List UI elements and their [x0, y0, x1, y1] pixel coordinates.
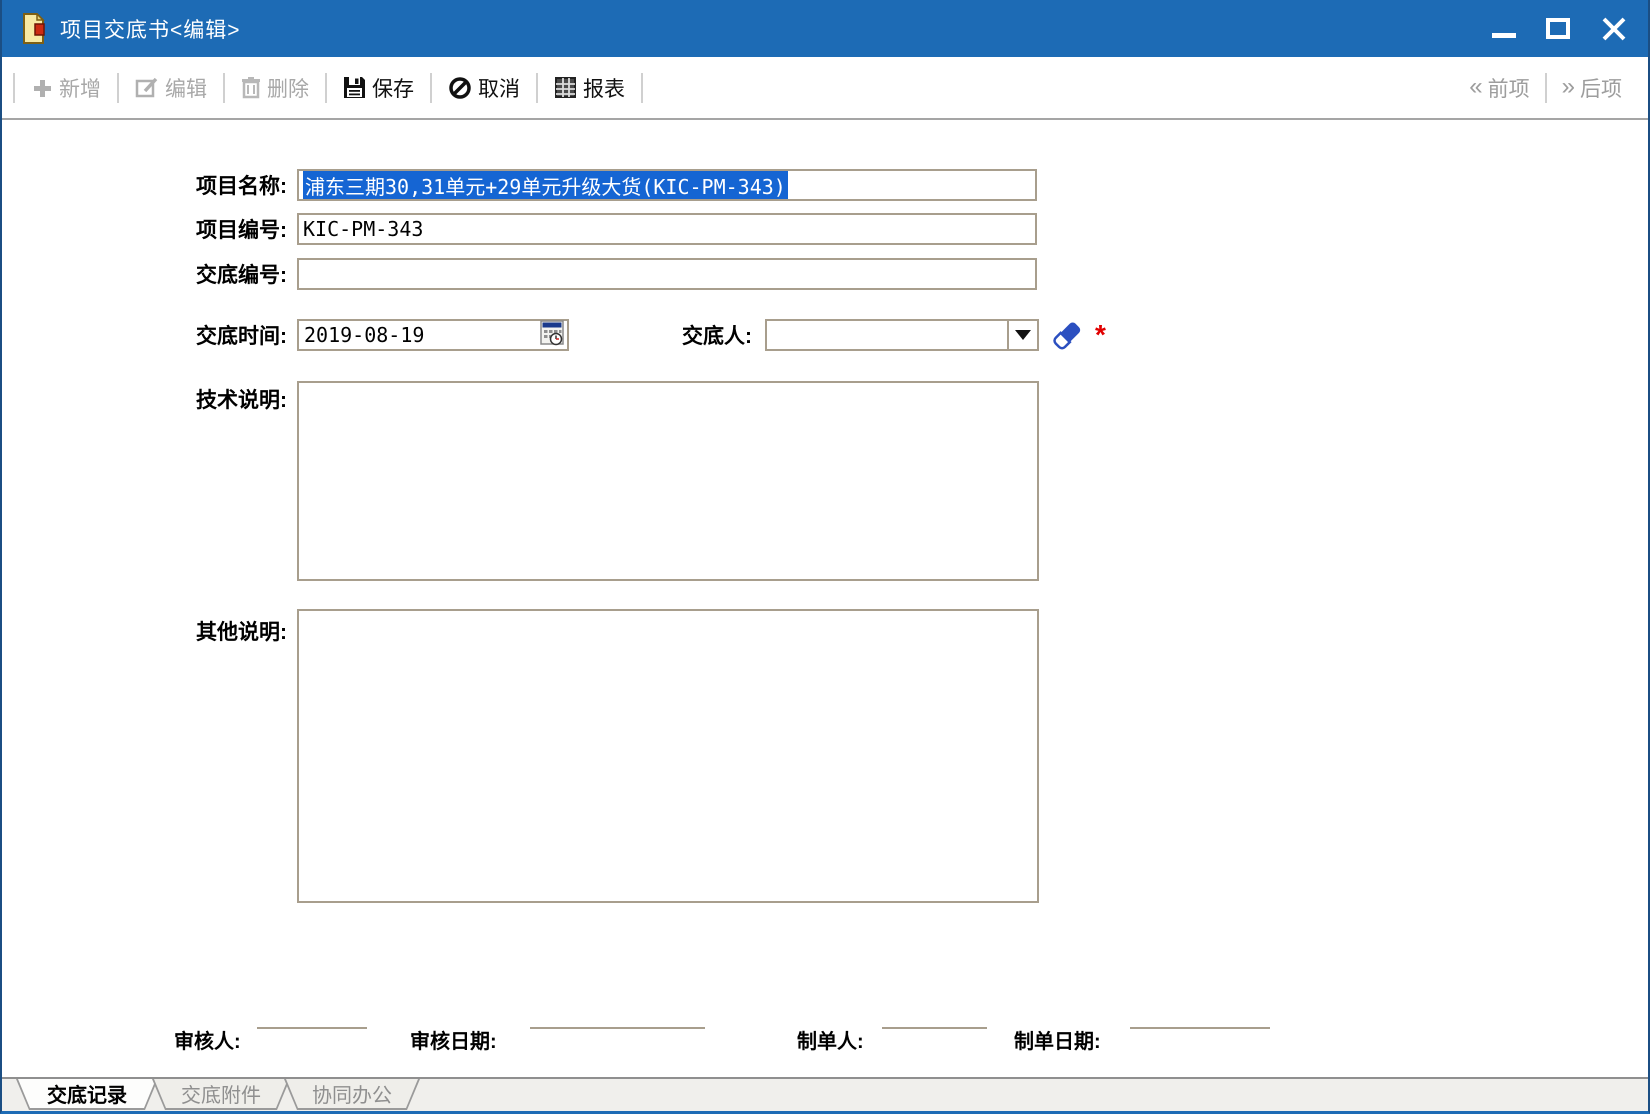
toolbar-separator — [430, 73, 432, 103]
toolbar-separator — [325, 73, 327, 103]
dropdown-button[interactable] — [1007, 321, 1037, 349]
delete-button[interactable]: 删除 — [228, 73, 322, 103]
window-title: 项目交底书<编辑> — [60, 14, 241, 44]
maximize-icon[interactable] — [1546, 18, 1570, 39]
tech-note-label: 技术说明: — [2, 385, 287, 416]
chevron-down-icon — [1015, 330, 1031, 340]
toolbar-separator — [117, 73, 119, 103]
add-button[interactable]: 新增 — [18, 73, 114, 103]
report-button[interactable]: 报表 — [541, 73, 638, 103]
tab-disclosure-record-label: 交底记录 — [16, 1079, 158, 1108]
next-item-button[interactable]: » 后项 — [1550, 73, 1634, 103]
disclosure-person-label: 交底人: — [462, 321, 752, 352]
reviewer-label: 审核人: — [174, 1025, 241, 1054]
eraser-icon[interactable] — [1050, 318, 1084, 357]
previous-item-label: 前项 — [1488, 73, 1530, 103]
creator-line — [882, 1003, 987, 1029]
titlebar: 项目交底书<编辑> — [2, 0, 1648, 57]
form-area: 项目名称: 浦东三期30,31单元+29单元升级大货(KIC-PM-343) 项… — [2, 120, 1648, 1077]
toolbar: 新增 编辑 删除 — [2, 57, 1648, 120]
required-asterisk: * — [1095, 319, 1106, 351]
chevron-left-icon: « — [1469, 75, 1482, 99]
chevron-right-icon: » — [1562, 75, 1575, 99]
tab-collaboration-label: 协同办公 — [284, 1079, 420, 1108]
delete-button-label: 删除 — [267, 73, 309, 103]
trash-icon — [241, 76, 261, 99]
toolbar-separator — [1545, 73, 1547, 103]
create-date-line — [1130, 1003, 1270, 1029]
other-note-textarea[interactable] — [297, 609, 1039, 903]
disclosure-code-input[interactable] — [297, 258, 1037, 290]
project-name-input[interactable]: 浦东三期30,31单元+29单元升级大货(KIC-PM-343) — [297, 169, 1037, 201]
add-button-label: 新增 — [59, 73, 101, 103]
tech-note-textarea[interactable] — [297, 381, 1039, 581]
tab-collaboration[interactable]: 协同办公 — [284, 1079, 420, 1110]
toolbar-separator — [13, 73, 15, 103]
tab-disclosure-record[interactable]: 交底记录 — [16, 1079, 158, 1110]
other-note-label: 其他说明: — [2, 617, 287, 648]
review-date-label: 审核日期: — [410, 1025, 497, 1054]
save-button[interactable]: 保存 — [330, 73, 427, 103]
save-button-label: 保存 — [372, 73, 414, 103]
app-window: 项目交底书<编辑> 新增 编辑 — [0, 0, 1650, 1114]
edit-button-label: 编辑 — [165, 73, 207, 103]
cancel-button[interactable]: 取消 — [435, 73, 533, 103]
disclosure-person-value — [767, 321, 1007, 349]
cancel-icon — [448, 76, 472, 100]
toolbar-separator — [641, 73, 643, 103]
project-code-input[interactable] — [297, 213, 1037, 245]
cancel-button-label: 取消 — [478, 73, 520, 103]
tab-disclosure-attachment-label: 交底附件 — [152, 1079, 290, 1108]
report-button-label: 报表 — [583, 73, 625, 103]
save-icon — [343, 76, 366, 99]
edit-button[interactable]: 编辑 — [122, 73, 220, 103]
reviewer-line — [257, 1003, 367, 1029]
toolbar-separator — [536, 73, 538, 103]
plus-icon — [31, 77, 53, 99]
minimize-icon[interactable] — [1492, 33, 1516, 38]
next-item-label: 后项 — [1580, 73, 1622, 103]
disclosure-date-label: 交底时间: — [2, 321, 287, 352]
project-name-selected-text: 浦东三期30,31单元+29单元升级大货(KIC-PM-343) — [303, 169, 788, 201]
review-date-line — [530, 1003, 705, 1029]
edit-icon — [135, 77, 159, 99]
project-name-label: 项目名称: — [2, 171, 287, 202]
create-date-label: 制单日期: — [1014, 1025, 1101, 1054]
disclosure-code-label: 交底编号: — [2, 260, 287, 291]
previous-item-button[interactable]: « 前项 — [1457, 73, 1541, 103]
tab-disclosure-attachment[interactable]: 交底附件 — [152, 1079, 290, 1110]
toolbar-separator — [223, 73, 225, 103]
bottom-tabstrip: 交底记录 交底附件 协同办公 — [2, 1077, 1648, 1111]
close-icon[interactable] — [1600, 15, 1628, 43]
creator-label: 制单人: — [797, 1025, 864, 1054]
disclosure-person-select[interactable] — [765, 319, 1039, 351]
report-icon — [554, 76, 577, 99]
project-code-label: 项目编号: — [2, 215, 287, 246]
document-icon — [20, 13, 47, 44]
